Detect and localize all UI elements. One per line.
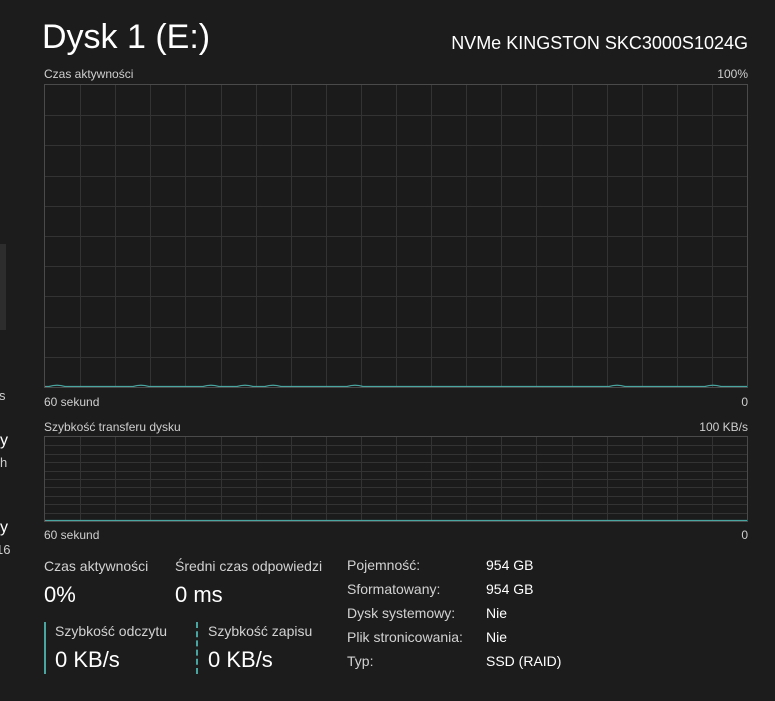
active-time-value: 0% [44,582,76,607]
response-time-label: Średni czas odpowiedzi [175,558,323,574]
transfer-graph-canvas [45,437,747,521]
read-speed-indicator [44,622,46,674]
activity-graph-max: 100% [717,67,748,81]
sidebar-selected-item[interactable] [0,244,6,330]
activity-graph-canvas [45,85,747,387]
sidebar-fragment: s [0,388,6,403]
activity-graph-label: Czas aktywności [44,67,134,81]
capacity-value: 954 GB [486,557,534,573]
formatted-value: 954 GB [486,581,534,597]
sidebar-fragment: y [0,519,8,536]
sidebar-fragment: 16 [0,542,11,557]
transfer-graph [44,436,748,522]
disk-model: NVMe KINGSTON SKC3000S1024G [451,33,748,53]
write-speed-label: Szybkość zapisu [208,623,313,639]
transfer-graph-max: 100 KB/s [699,420,748,434]
sidebar-fragment: h [0,455,8,470]
transfer-graph-time-label: 60 sekund [44,528,100,542]
write-speed-value: 0 KB/s [208,647,273,672]
page-file-value: Nie [486,629,508,645]
read-speed-value: 0 KB/s [55,647,120,672]
response-time-value: 0 ms [175,582,223,607]
capacity-label: Pojemność: [347,557,421,573]
read-speed-label: Szybkość odczytu [55,623,168,639]
transfer-graph-label: Szybkość transferu dysku [44,420,181,434]
sidebar-edge: s y h y 16 [0,0,12,701]
transfer-graph-min: 0 [741,528,748,542]
write-speed-indicator [196,622,198,674]
type-label: Typ: [347,653,374,669]
activity-graph [44,84,748,388]
active-time-label: Czas aktywności [44,558,149,574]
system-disk-label: Dysk systemowy: [347,605,456,621]
activity-graph-time-label: 60 sekund [44,395,100,409]
page-file-label: Plik stronicowania: [347,629,463,645]
formatted-label: Sformatowany: [347,581,441,597]
type-value: SSD (RAID) [486,653,562,669]
system-disk-value: Nie [486,605,508,621]
page-title: Dysk 1 (E:) [42,18,211,56]
activity-graph-min: 0 [741,395,748,409]
sidebar-fragment: y [0,432,8,449]
